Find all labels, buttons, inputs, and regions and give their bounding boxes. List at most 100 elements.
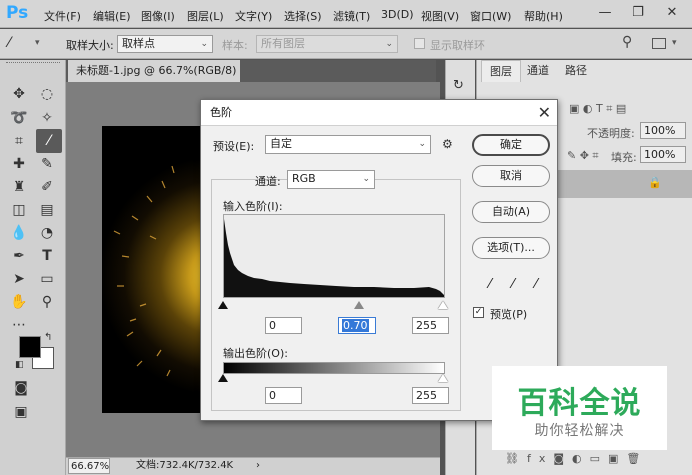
- lock-icon: 🔒: [648, 176, 662, 189]
- input-black-slider[interactable]: [218, 301, 228, 309]
- menu-view[interactable]: 视图(V): [421, 8, 459, 24]
- stamp-tool-icon[interactable]: ♜: [6, 175, 32, 199]
- type-tool-icon[interactable]: T: [34, 244, 60, 268]
- filter-icons[interactable]: ▣ ◐ T ⌗ ▤: [569, 102, 626, 116]
- preset-dropdown[interactable]: 自定 ⌄: [265, 135, 431, 154]
- workspace-icon[interactable]: [652, 38, 666, 49]
- sample-dropdown[interactable]: 所有图层 ⌄: [256, 35, 398, 53]
- pen-tool-icon[interactable]: ✒: [6, 244, 32, 268]
- close-window-button[interactable]: ✕: [657, 0, 687, 28]
- input-slider-track: [218, 299, 448, 311]
- quick-mask-icon[interactable]: ◙: [8, 376, 34, 400]
- ok-button[interactable]: 确定: [472, 134, 550, 156]
- tool-preset-caret-icon[interactable]: ▾: [35, 38, 40, 48]
- maximize-button[interactable]: ❐: [623, 0, 653, 28]
- fill-label: 填充:: [611, 151, 637, 164]
- chevron-down-icon[interactable]: ▾: [672, 38, 677, 48]
- document-tab[interactable]: 未标题-1.jpg @ 66.7%(RGB/8) * ×: [68, 60, 240, 99]
- menu-3d[interactable]: 3D(D): [381, 8, 414, 21]
- histogram: [223, 214, 445, 298]
- dodge-tool-icon[interactable]: ◔: [34, 221, 60, 245]
- eyedropper-tool-icon[interactable]: ⁄: [8, 35, 10, 51]
- menu-edit[interactable]: 编辑(E): [93, 8, 131, 24]
- hand-tool-icon[interactable]: ✋: [6, 290, 32, 314]
- tab-channels[interactable]: 通道: [519, 60, 557, 82]
- watermark: 百科全说 助你轻松解决: [492, 366, 667, 450]
- menu-bar: Ps 文件(F) 编辑(E) 图像(I) 图层(L) 文字(Y) 选择(S) 滤…: [0, 0, 692, 28]
- chevron-down-icon: ⌄: [385, 39, 393, 49]
- fill-field[interactable]: 100%: [640, 146, 686, 163]
- menu-window[interactable]: 窗口(W): [470, 8, 511, 24]
- blur-tool-icon[interactable]: 💧: [6, 221, 32, 245]
- gradient-tool-icon[interactable]: ▤: [34, 198, 60, 222]
- sample-size-dropdown[interactable]: 取样点 ⌄: [117, 35, 213, 53]
- screen-mode-icon[interactable]: ▣: [8, 400, 34, 424]
- channel-value: RGB: [292, 172, 316, 185]
- preset-label: 预设(E):: [213, 140, 255, 153]
- history-icon[interactable]: ↻: [453, 78, 464, 93]
- layer-row[interactable]: 🔒: [556, 170, 692, 198]
- menu-select[interactable]: 选择(S): [284, 8, 322, 24]
- foreground-color-swatch[interactable]: [19, 336, 41, 358]
- menu-layer[interactable]: 图层(L): [187, 8, 224, 24]
- tab-paths[interactable]: 路径: [557, 60, 595, 82]
- history-brush-tool-icon[interactable]: ✐: [34, 175, 60, 199]
- menu-type[interactable]: 文字(Y): [235, 8, 272, 24]
- layer-actions-icons[interactable]: ⛓fx◙◐▭▣🗑: [505, 452, 648, 465]
- white-point-eyedropper-icon[interactable]: ⁄: [527, 276, 545, 294]
- menu-image[interactable]: 图像(I): [141, 8, 175, 24]
- histogram-graph: [224, 219, 444, 297]
- chevron-down-icon: ⌄: [418, 139, 426, 149]
- brush-tool-icon[interactable]: ✎: [34, 152, 60, 176]
- preview-label: 预览(P): [490, 308, 528, 321]
- opacity-field[interactable]: 100%: [640, 122, 686, 139]
- input-gamma-slider[interactable]: [354, 301, 364, 309]
- black-point-eyedropper-icon[interactable]: ⁄: [481, 276, 499, 294]
- sample-value: 所有图层: [261, 37, 305, 50]
- preset-gear-icon[interactable]: ⚙: [442, 137, 453, 151]
- menu-filter[interactable]: 滤镜(T): [333, 8, 370, 24]
- tab-layers[interactable]: 图层: [481, 60, 521, 82]
- input-gamma-field[interactable]: 0.70: [338, 317, 376, 334]
- auto-button[interactable]: 自动(A): [472, 201, 550, 223]
- swap-colors-icon[interactable]: ↰: [44, 332, 52, 343]
- status-bar: 66.67% 文档:732.4K/732.4K ›: [66, 457, 440, 475]
- show-ring-checkbox[interactable]: [414, 38, 425, 49]
- output-white-field[interactable]: 255: [412, 387, 449, 404]
- default-colors-icon[interactable]: ◧: [15, 360, 24, 370]
- cancel-button[interactable]: 取消: [472, 165, 550, 187]
- eyedropper-tool-icon[interactable]: ⁄: [36, 129, 62, 153]
- gray-point-eyedropper-icon[interactable]: ⁄: [504, 276, 522, 294]
- output-black-slider[interactable]: [218, 374, 228, 382]
- crop-tool-icon[interactable]: ⌗: [6, 129, 32, 153]
- move-tool-icon[interactable]: ✥: [6, 82, 32, 106]
- menu-help[interactable]: 帮助(H): [524, 8, 563, 24]
- marquee-tool-icon[interactable]: ◌: [34, 82, 60, 106]
- input-white-slider[interactable]: [438, 301, 448, 309]
- zoom-level[interactable]: 66.67%: [68, 458, 110, 474]
- preview-checkbox[interactable]: ✓: [473, 307, 484, 318]
- lock-icons[interactable]: ✎ ✥ ⌗: [567, 149, 599, 163]
- zoom-tool-icon[interactable]: ⚲: [34, 290, 60, 314]
- input-black-field[interactable]: 0: [265, 317, 302, 334]
- more-tools-icon[interactable]: ⋯: [6, 313, 32, 337]
- sample-size-label: 取样大小:: [66, 39, 114, 52]
- minimize-button[interactable]: —: [590, 0, 620, 28]
- healing-brush-tool-icon[interactable]: ✚: [6, 152, 32, 176]
- eraser-tool-icon[interactable]: ◫: [6, 198, 32, 222]
- options-button[interactable]: 选项(T)...: [472, 237, 550, 259]
- toolbar-grip[interactable]: [6, 62, 60, 64]
- output-white-slider[interactable]: [438, 374, 448, 382]
- channel-dropdown[interactable]: RGB ⌄: [287, 170, 375, 189]
- search-icon[interactable]: ⚲: [622, 34, 632, 50]
- lasso-tool-icon[interactable]: ➰: [6, 106, 32, 130]
- dialog-title-bar[interactable]: 色阶 ✕: [201, 100, 557, 126]
- output-black-field[interactable]: 0: [265, 387, 302, 404]
- rectangle-tool-icon[interactable]: ▭: [34, 267, 60, 291]
- menu-file[interactable]: 文件(F): [44, 8, 81, 24]
- path-select-tool-icon[interactable]: ➤: [6, 267, 32, 291]
- close-icon[interactable]: ✕: [538, 101, 551, 125]
- chevron-right-icon[interactable]: ›: [256, 458, 260, 474]
- magic-wand-tool-icon[interactable]: ✧: [34, 106, 60, 130]
- input-white-field[interactable]: 255: [412, 317, 449, 334]
